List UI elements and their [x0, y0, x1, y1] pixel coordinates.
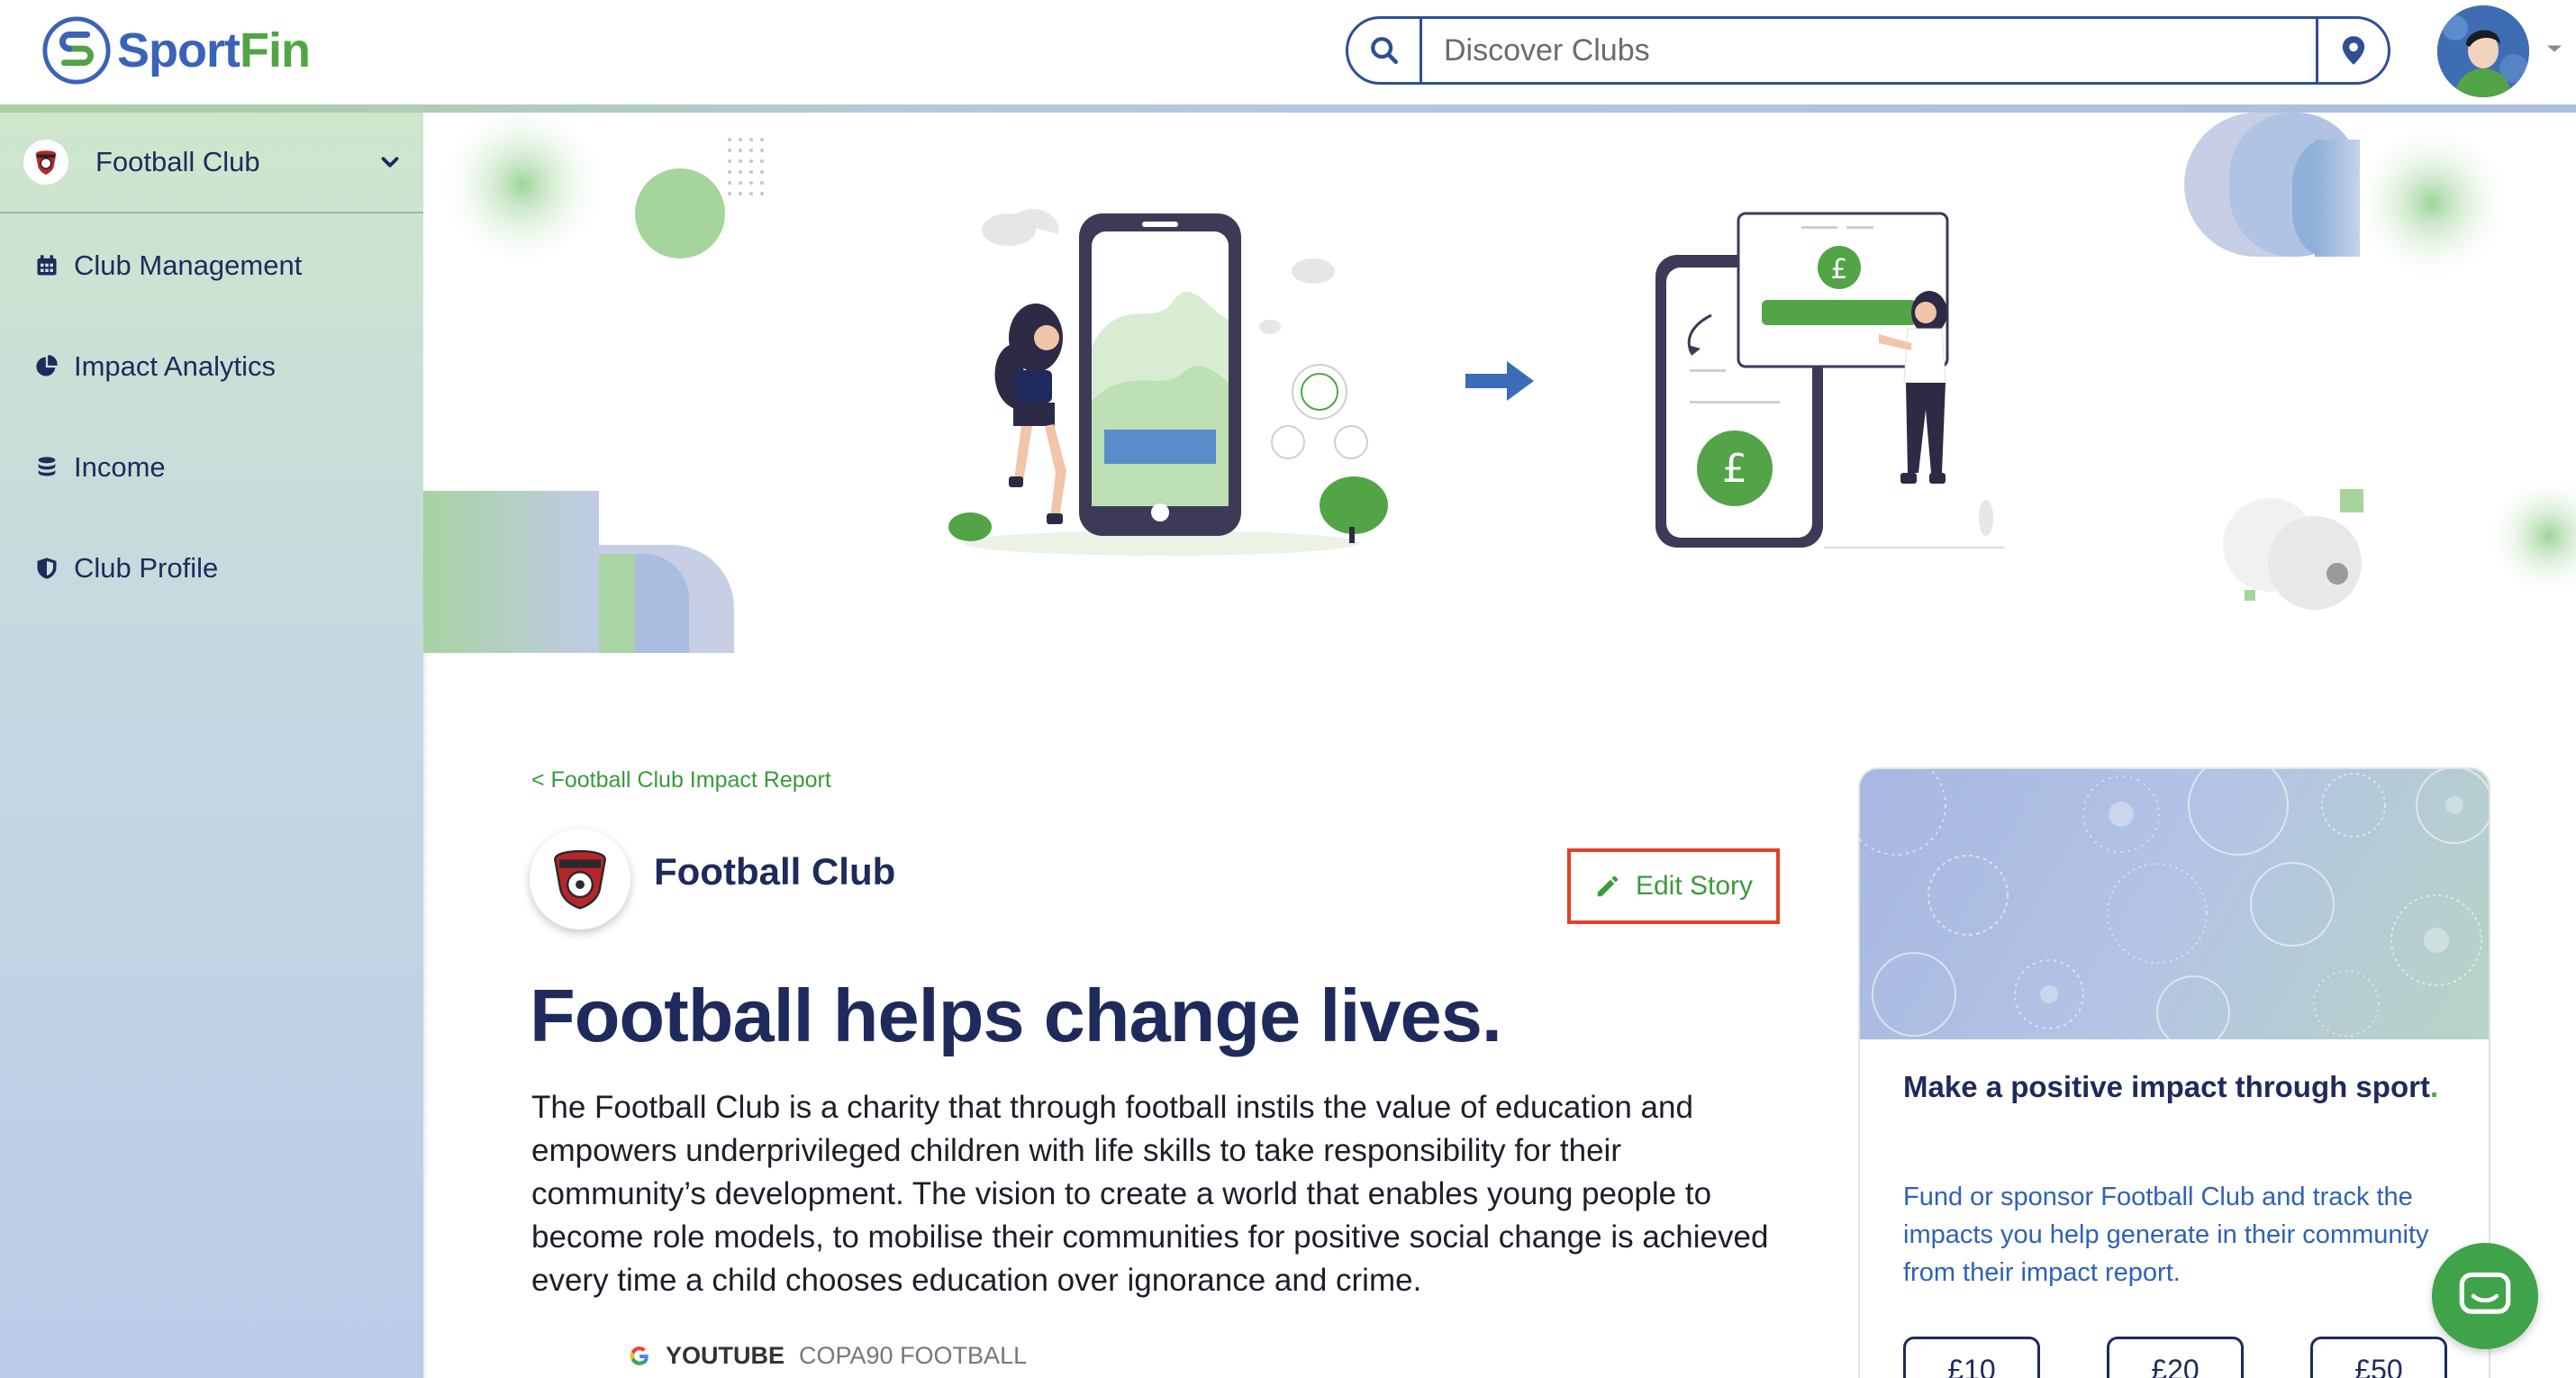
sportfin-logo-icon: [42, 16, 111, 85]
shield-icon: [37, 558, 57, 579]
card-title: Make a positive impact through sport.: [1903, 1065, 2444, 1109]
location-button[interactable]: [2316, 19, 2388, 82]
chat-icon: [2459, 1272, 2511, 1314]
amount-option-button[interactable]: £50: [2310, 1337, 2447, 1378]
sidebar-item-label: Club Management: [74, 249, 303, 281]
club-crest-icon: [554, 849, 606, 910]
top-bar: SportFin: [0, 0, 2576, 106]
header-divider: [0, 104, 2576, 113]
search-icon: [1370, 37, 1398, 65]
user-avatar[interactable]: [2437, 5, 2529, 97]
chevron-down-icon: [381, 157, 399, 168]
calendar-icon: [37, 255, 57, 276]
card-description: Fund or sponsor Football Club and track …: [1903, 1183, 2429, 1287]
club-logo: [530, 829, 630, 929]
edit-story-label: Edit Story: [1635, 871, 1754, 901]
breadcrumb-label: < Football Club Impact Report: [531, 767, 831, 793]
club-selector-label: Football Club: [95, 146, 260, 177]
story-text: The Football Club is a charity that thro…: [531, 1090, 1769, 1298]
video-source: YOUTUBE: [666, 1342, 785, 1369]
coins-icon: [38, 457, 56, 476]
svg-text:£: £: [1722, 446, 1747, 492]
sidebar-item-impact-analytics[interactable]: Impact Analytics: [34, 350, 276, 383]
card-banner-image: [1860, 769, 2489, 1039]
edit-story-button[interactable]: Edit Story: [1567, 848, 1780, 924]
hero-banner: £ £: [423, 113, 2576, 653]
search-button[interactable]: [1348, 19, 1422, 82]
svg-text:£: £: [1830, 254, 1847, 286]
club-name-heading: Football Club: [654, 850, 896, 893]
video-embed-bar[interactable]: YOUTUBE COPA90 FOOTBALL: [628, 1342, 1027, 1370]
map-pin-icon: [2342, 36, 2364, 65]
search-input[interactable]: [1422, 19, 2316, 82]
sidebar: Football Club Club Management Impact Ana…: [0, 113, 423, 1378]
user-avatar-image: [2437, 5, 2529, 97]
club-selector[interactable]: Football Club: [0, 113, 423, 213]
sidebar-item-label: Income: [74, 451, 166, 483]
brand-name-part2: Fin: [240, 23, 311, 77]
chat-button[interactable]: [2432, 1243, 2538, 1349]
card-title-text: Make a positive impact through sport: [1903, 1070, 2430, 1103]
chevron-down-icon[interactable]: [2542, 36, 2567, 61]
hero-illustration: £ £: [423, 113, 2576, 653]
sidebar-item-club-management[interactable]: Club Management: [34, 249, 302, 282]
card-title-dot: .: [2429, 1070, 2439, 1103]
sidebar-item-club-profile[interactable]: Club Profile: [34, 552, 218, 585]
sportfin-logo[interactable]: SportFin: [41, 13, 311, 88]
google-icon: [630, 1346, 649, 1365]
story-headline: Football helps change lives.: [530, 974, 1502, 1057]
sidebar-item-label: Impact Analytics: [74, 350, 276, 382]
sidebar-item-label: Club Profile: [74, 552, 219, 584]
club-search-bar: [1346, 16, 2390, 85]
pie-chart-icon: [36, 355, 58, 376]
club-badge-icon: [23, 140, 68, 185]
breadcrumb[interactable]: < Football Club Impact Report: [531, 767, 831, 793]
video-title: COPA90 FOOTBALL: [799, 1342, 1028, 1369]
brand-name: SportFin: [117, 23, 311, 78]
sidebar-item-income[interactable]: Income: [34, 451, 166, 484]
amount-option-button[interactable]: £20: [2107, 1337, 2244, 1378]
support-card: Make a positive impact through sport. Fu…: [1858, 767, 2490, 1378]
brand-name-part1: Sport: [117, 23, 240, 77]
pattern-banner: [1860, 769, 2489, 1039]
amount-option-button[interactable]: £10: [1903, 1337, 2040, 1378]
pencil-icon: [1597, 875, 1619, 897]
